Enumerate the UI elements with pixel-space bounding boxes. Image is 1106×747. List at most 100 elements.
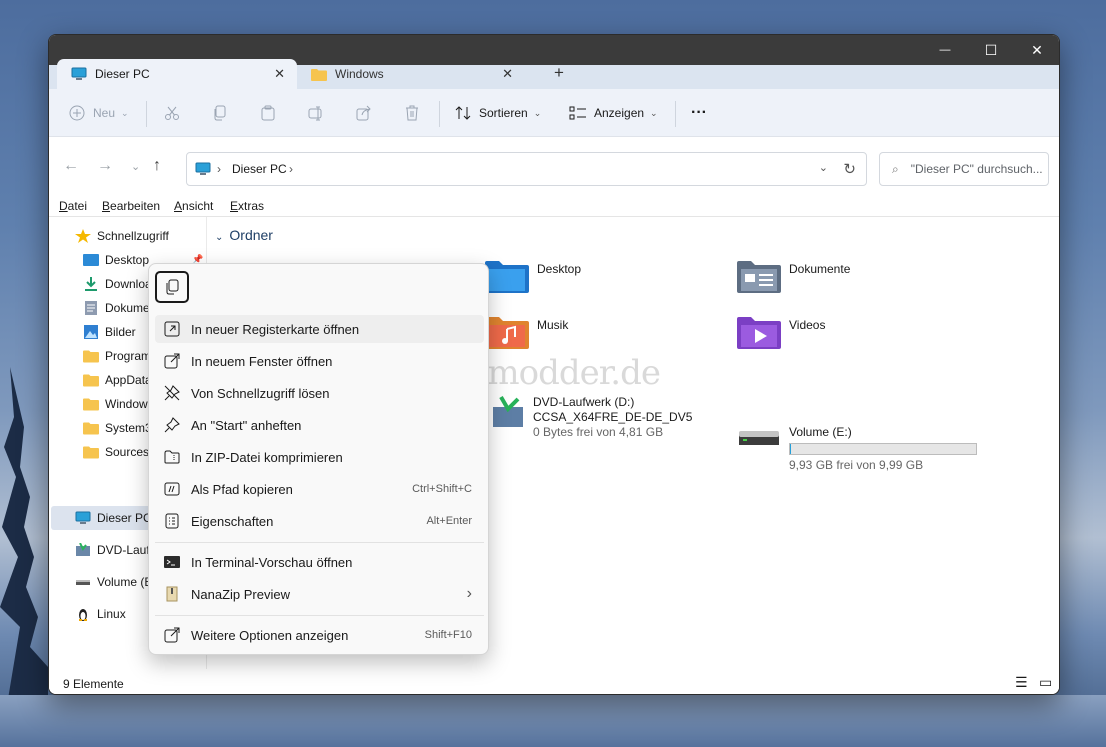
sort-button[interactable]: Sortieren ⌄: [455, 89, 541, 137]
open-in-tab-icon: [164, 321, 180, 337]
cut-button[interactable]: [164, 89, 180, 137]
breadcrumb-chevron-icon: ›: [217, 162, 221, 176]
address-bar[interactable]: › Dieser PC › ⌄ ↻: [186, 152, 867, 186]
properties-icon: [165, 513, 179, 529]
drive-volume-e[interactable]: Volume (E:) 9,93 GB frei von 9,99 GB: [737, 425, 977, 473]
large-icons-view-icon[interactable]: ▭: [1039, 674, 1052, 691]
search-placeholder: "Dieser PC" durchsuch...: [910, 162, 1043, 176]
folder-musik[interactable]: Musik: [485, 315, 568, 349]
folder-desktop[interactable]: Desktop: [485, 259, 581, 293]
folder-icon: [83, 398, 99, 411]
toolbar-separator: [146, 101, 147, 127]
sidebar-item-label: Schnellzugriff: [97, 229, 169, 243]
sidebar-item-label: Window: [105, 397, 148, 411]
tab-dieser-pc[interactable]: Dieser PC ✕: [57, 59, 297, 89]
drive-name: Volume (E:): [789, 425, 852, 439]
menu-item-more-options[interactable]: Weitere Optionen anzeigen Shift+F10: [155, 621, 484, 649]
folder-icon: [83, 374, 99, 387]
view-label: Anzeigen: [594, 106, 645, 120]
up-arrow-icon[interactable]: ↑: [153, 157, 161, 175]
drive-dvd[interactable]: DVD-Laufwerk (D:) CCSA_X64FRE_DE-DE_DV5 …: [491, 395, 692, 440]
menu-item-shortcut: Shift+F10: [424, 629, 472, 641]
breadcrumb-item[interactable]: Dieser PC: [232, 162, 287, 176]
sidebar-item-label: Dokume: [105, 301, 150, 315]
menu-item-nanazip[interactable]: NanaZip Preview ›: [155, 580, 484, 608]
drive-free-space: 0 Bytes frei von 4,81 GB: [533, 425, 664, 439]
menu-item-unpin-quick-access[interactable]: Von Schnellzugriff lösen: [155, 379, 484, 407]
menu-label: nsicht: [182, 199, 214, 213]
menu-accel: B: [102, 199, 111, 213]
videos-folder-icon: [737, 317, 781, 349]
documents-folder-icon: [737, 261, 781, 293]
menu-item-properties[interactable]: Eigenschaften Alt+Enter: [155, 507, 484, 535]
sidebar-item-schnellzugriff[interactable]: Schnellzugriff: [49, 224, 207, 248]
share-button[interactable]: [356, 89, 372, 137]
folder-icon: [83, 350, 99, 363]
tab-label: Dieser PC: [95, 67, 150, 81]
folder-videos[interactable]: Videos: [737, 315, 825, 349]
tab-close-button[interactable]: ✕: [502, 66, 513, 82]
refresh-icon[interactable]: ↻: [843, 160, 856, 178]
menu-item-compress-zip[interactable]: In ZIP-Datei komprimieren: [155, 443, 484, 471]
menu-item-label: Als Pfad kopieren: [191, 481, 293, 497]
tab-close-button[interactable]: ✕: [274, 66, 285, 82]
folder-icon: [311, 68, 327, 81]
menu-item-label: In ZIP-Datei komprimieren: [191, 449, 343, 465]
minimize-button[interactable]: —: [922, 35, 968, 65]
plus-circle-icon: [69, 105, 85, 121]
folder-icon: [83, 422, 99, 435]
rename-button[interactable]: [308, 89, 324, 137]
paste-button[interactable]: [260, 89, 276, 137]
close-window-button[interactable]: ✕: [1014, 35, 1059, 65]
pin-icon: [164, 417, 180, 433]
search-input[interactable]: ⌕ "Dieser PC" durchsuch...: [879, 152, 1049, 186]
back-arrow-icon[interactable]: ←: [63, 157, 79, 175]
section-title: Ordner: [229, 227, 273, 243]
folder-dokumente[interactable]: Dokumente: [737, 259, 850, 293]
desktop-folder-icon: [83, 254, 99, 266]
menu-separator: [155, 542, 484, 543]
context-menu: In neuer Registerkarte öffnen In neuem F…: [148, 263, 489, 655]
menu-bearbeiten[interactable]: Bearbeiten: [102, 199, 160, 213]
delete-button[interactable]: [404, 89, 420, 137]
new-tab-button[interactable]: +: [554, 63, 564, 83]
menu-item-copy-path[interactable]: Als Pfad kopieren Ctrl+Shift+C: [155, 475, 484, 503]
search-icon: ⌕: [892, 161, 899, 176]
menu-item-shortcut: Ctrl+Shift+C: [412, 483, 472, 495]
breadcrumb-chevron-icon[interactable]: ›: [289, 162, 293, 176]
copy-path-icon: [164, 482, 180, 496]
pc-icon: [75, 511, 91, 524]
more-button[interactable]: ···: [691, 89, 707, 137]
new-button[interactable]: Neu ⌄: [69, 89, 129, 137]
menu-item-label: NanaZip Preview: [191, 586, 290, 602]
copy-button[interactable]: [212, 89, 228, 137]
paste-icon: [261, 105, 275, 121]
desktop-folder-icon: [485, 261, 529, 293]
menu-item-open-terminal-preview[interactable]: In Terminal-Vorschau öffnen: [155, 548, 484, 576]
toolbar-separator: [439, 101, 440, 127]
view-button[interactable]: Anzeigen ⌄: [569, 89, 658, 137]
menu-item-label: In Terminal-Vorschau öffnen: [191, 554, 353, 570]
menu-item-open-new-tab[interactable]: In neuer Registerkarte öffnen: [155, 315, 484, 343]
tab-windows[interactable]: Windows ✕: [297, 59, 525, 89]
sidebar-item-label: Dieser PC: [97, 511, 152, 525]
tab-label: Windows: [335, 67, 384, 81]
section-header-ordner[interactable]: ⌄ Ordner: [215, 227, 273, 243]
menu-extras[interactable]: Extras: [230, 199, 264, 213]
menu-item-pin-start[interactable]: An "Start" anheften: [155, 411, 484, 439]
details-view-icon[interactable]: ☰: [1015, 674, 1028, 691]
terminal-icon: [164, 556, 180, 568]
menu-item-open-new-window[interactable]: In neuem Fenster öffnen: [155, 347, 484, 375]
chevron-down-icon: ⌄: [533, 107, 542, 118]
view-icon: [569, 106, 586, 120]
menu-datei[interactable]: Datei: [59, 199, 87, 213]
chevron-down-icon: ⌄: [215, 232, 224, 243]
sort-label: Sortieren: [479, 106, 528, 120]
forward-arrow-icon[interactable]: →: [97, 157, 113, 175]
menu-ansicht[interactable]: Ansicht: [174, 199, 213, 213]
sidebar-item-label: DVD-Lauf: [97, 543, 150, 557]
copy-button[interactable]: [155, 271, 189, 303]
maximize-button[interactable]: ☐: [968, 35, 1014, 65]
address-history-chevron-icon[interactable]: ⌄: [819, 161, 828, 174]
recent-locations-icon[interactable]: ⌄: [131, 160, 140, 173]
